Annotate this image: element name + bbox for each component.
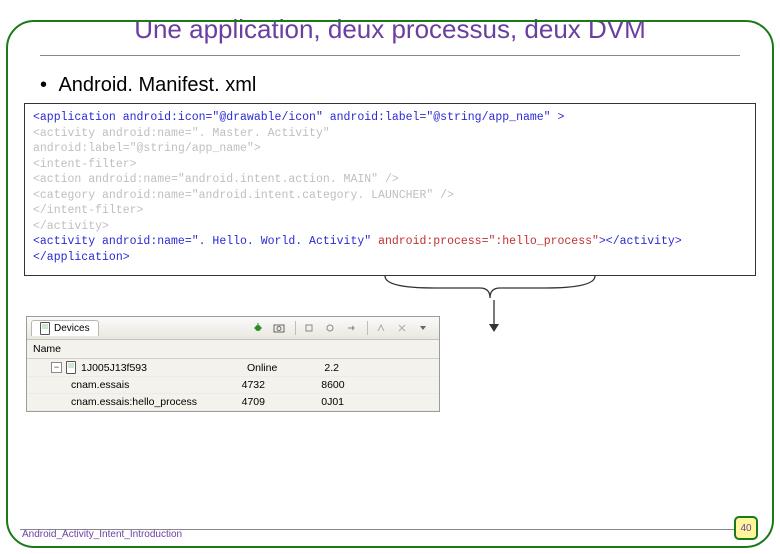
brace-container — [0, 274, 780, 314]
phone-icon — [66, 361, 76, 374]
page-number: 40 — [734, 516, 758, 540]
footer-text: Android_Activity_Intent_Introduction — [22, 529, 182, 540]
arrow-down-icon — [488, 300, 500, 339]
phone-icon — [40, 322, 50, 335]
